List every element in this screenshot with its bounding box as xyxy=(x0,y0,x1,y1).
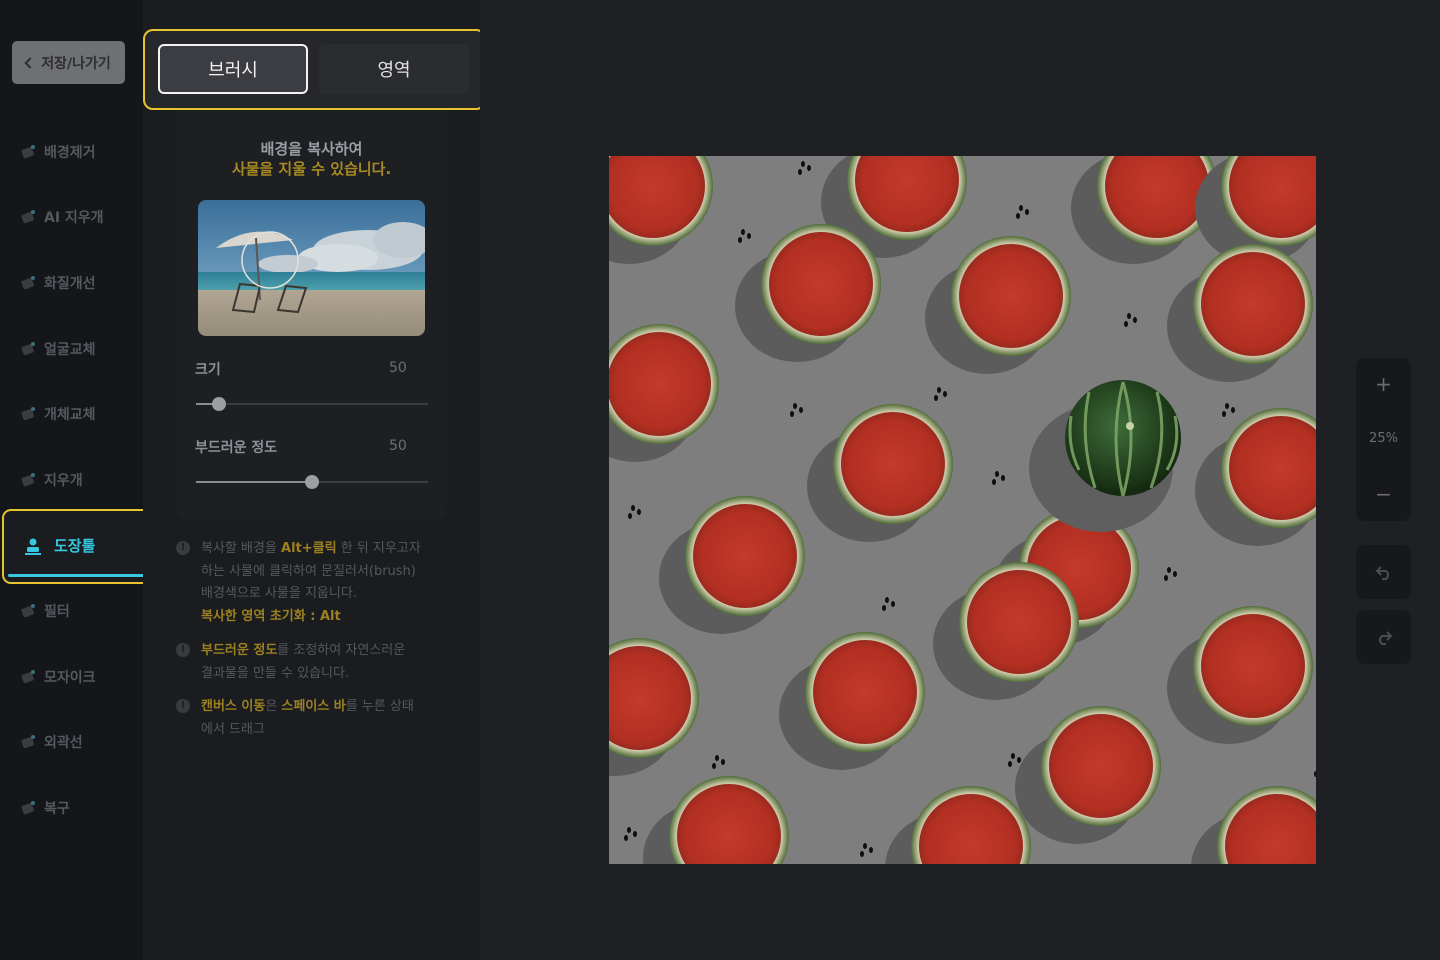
softness-value: 50 xyxy=(389,438,407,454)
nav-active-underline xyxy=(8,574,145,577)
tab-brush[interactable]: 브러시 xyxy=(158,44,308,94)
tip-2: ! 캔버스 이동은 스페이스 바를 누른 상태에서 드래그 xyxy=(176,696,414,741)
sidebar-item-label: AI 지우개 xyxy=(44,210,104,226)
zoom-in-button[interactable]: + xyxy=(1356,372,1411,396)
outline-icon xyxy=(18,732,38,752)
save-exit-button[interactable]: 저장/나가기 xyxy=(12,41,125,84)
ai-eraser-icon xyxy=(18,207,38,227)
restore-icon xyxy=(18,798,38,818)
sidebar-item-label: 얼굴교체 xyxy=(44,342,96,358)
tip-text: 를 조정하여 자연스러운 xyxy=(277,643,406,658)
object-swap-icon xyxy=(18,404,38,424)
tip-text: 은 xyxy=(265,699,282,714)
sidebar-item-10[interactable]: 복구 xyxy=(18,796,70,820)
sidebar-item-label: 복구 xyxy=(44,801,70,817)
sidebar-item-label: 화질개선 xyxy=(44,276,96,292)
zoom-level: 25% xyxy=(1369,431,1398,446)
sidebar-item-8[interactable]: 모자이크 xyxy=(18,665,96,689)
filter-icon xyxy=(18,601,38,621)
sidebar-item-label: 개체교체 xyxy=(44,407,96,423)
sidebar-item-1[interactable]: AI 지우개 xyxy=(18,205,104,229)
sidebar-item-2[interactable]: 화질개선 xyxy=(18,271,96,295)
sidebar-item-label: 외곽선 xyxy=(44,735,83,751)
undo-button[interactable] xyxy=(1356,545,1411,599)
redo-icon xyxy=(1378,631,1392,645)
tip-text: 에서 드래그 xyxy=(201,721,265,737)
sidebar-item-stamp[interactable]: 도장툴 xyxy=(24,535,95,556)
tip-text: 를 누른 상태 xyxy=(345,699,414,714)
tip-text: 하는 사물에 클릭하여 문질러서(brush) xyxy=(201,563,416,579)
redo-button[interactable] xyxy=(1356,610,1411,664)
size-label: 크기 xyxy=(195,362,221,378)
chevron-left-icon xyxy=(24,56,36,69)
background-remove-icon xyxy=(18,142,38,162)
face-swap-icon xyxy=(18,339,38,359)
softness-label: 부드러운 정도 xyxy=(195,440,278,456)
tip-text: 배경색으로 사물을 지웁니다. xyxy=(201,586,357,601)
sidebar-item-5[interactable]: 지우개 xyxy=(18,468,83,492)
sidebar-item-4[interactable]: 개체교체 xyxy=(18,402,96,426)
softness-slider-fill xyxy=(196,481,312,483)
eraser-icon xyxy=(18,470,38,490)
tip-text: 결과물을 만들 수 있습니다. xyxy=(201,665,350,681)
save-exit-label: 저장/나가기 xyxy=(41,55,111,72)
zoom-out-button[interactable]: − xyxy=(1356,482,1411,506)
tab-area[interactable]: 영역 xyxy=(319,44,469,94)
sidebar-item-7[interactable]: 필터 xyxy=(18,599,70,623)
softness-slider-handle[interactable] xyxy=(305,475,319,489)
sidebar-item-3[interactable]: 얼굴교체 xyxy=(18,337,96,361)
info-icon: ! xyxy=(176,541,190,555)
sparkle-icon xyxy=(18,273,38,293)
stamp-icon xyxy=(25,538,41,555)
tip-text: 스페이스 바 xyxy=(281,699,346,714)
canvas-image[interactable] xyxy=(553,120,1341,924)
tip-text: 캔버스 이동 xyxy=(201,699,266,714)
sidebar-item-9[interactable]: 외곽선 xyxy=(18,730,83,754)
tip-1: ! 부드러운 정도를 조정하여 자연스러운결과물을 만들 수 있습니다. xyxy=(176,640,405,685)
undo-icon xyxy=(1375,566,1389,580)
tip-text: 복사한 영역 초기화 : Alt xyxy=(201,608,341,624)
size-slider-track[interactable] xyxy=(196,403,428,405)
info-icon: ! xyxy=(176,643,190,657)
sidebar-item-0[interactable]: 배경제거 xyxy=(18,140,96,164)
sidebar-item-label: 필터 xyxy=(44,604,70,620)
tip-text: Alt+클릭 xyxy=(281,541,337,556)
info-icon: ! xyxy=(176,699,190,713)
stamp-preview-image xyxy=(198,200,425,336)
tip-text: 부드러운 정도 xyxy=(201,643,278,658)
sidebar-item-label: 배경제거 xyxy=(44,145,96,161)
sidebar-item-label: 지우개 xyxy=(44,473,83,489)
tip-text: 복사할 배경을 xyxy=(201,541,282,556)
card-subtitle: 사물을 지울 수 있습니다. xyxy=(231,160,392,178)
size-value: 50 xyxy=(389,360,407,376)
tip-0: ! 복사할 배경을 Alt+클릭 한 뒤 지우고자하는 사물에 클릭하여 문질러서… xyxy=(176,538,421,628)
sidebar-item-label: 도장툴 xyxy=(54,537,96,555)
mosaic-icon xyxy=(18,667,38,687)
sidebar-item-label: 모자이크 xyxy=(44,670,96,686)
tip-text: 한 뒤 지우고자 xyxy=(336,541,421,556)
card-title: 배경을 복사하여 xyxy=(260,140,363,158)
